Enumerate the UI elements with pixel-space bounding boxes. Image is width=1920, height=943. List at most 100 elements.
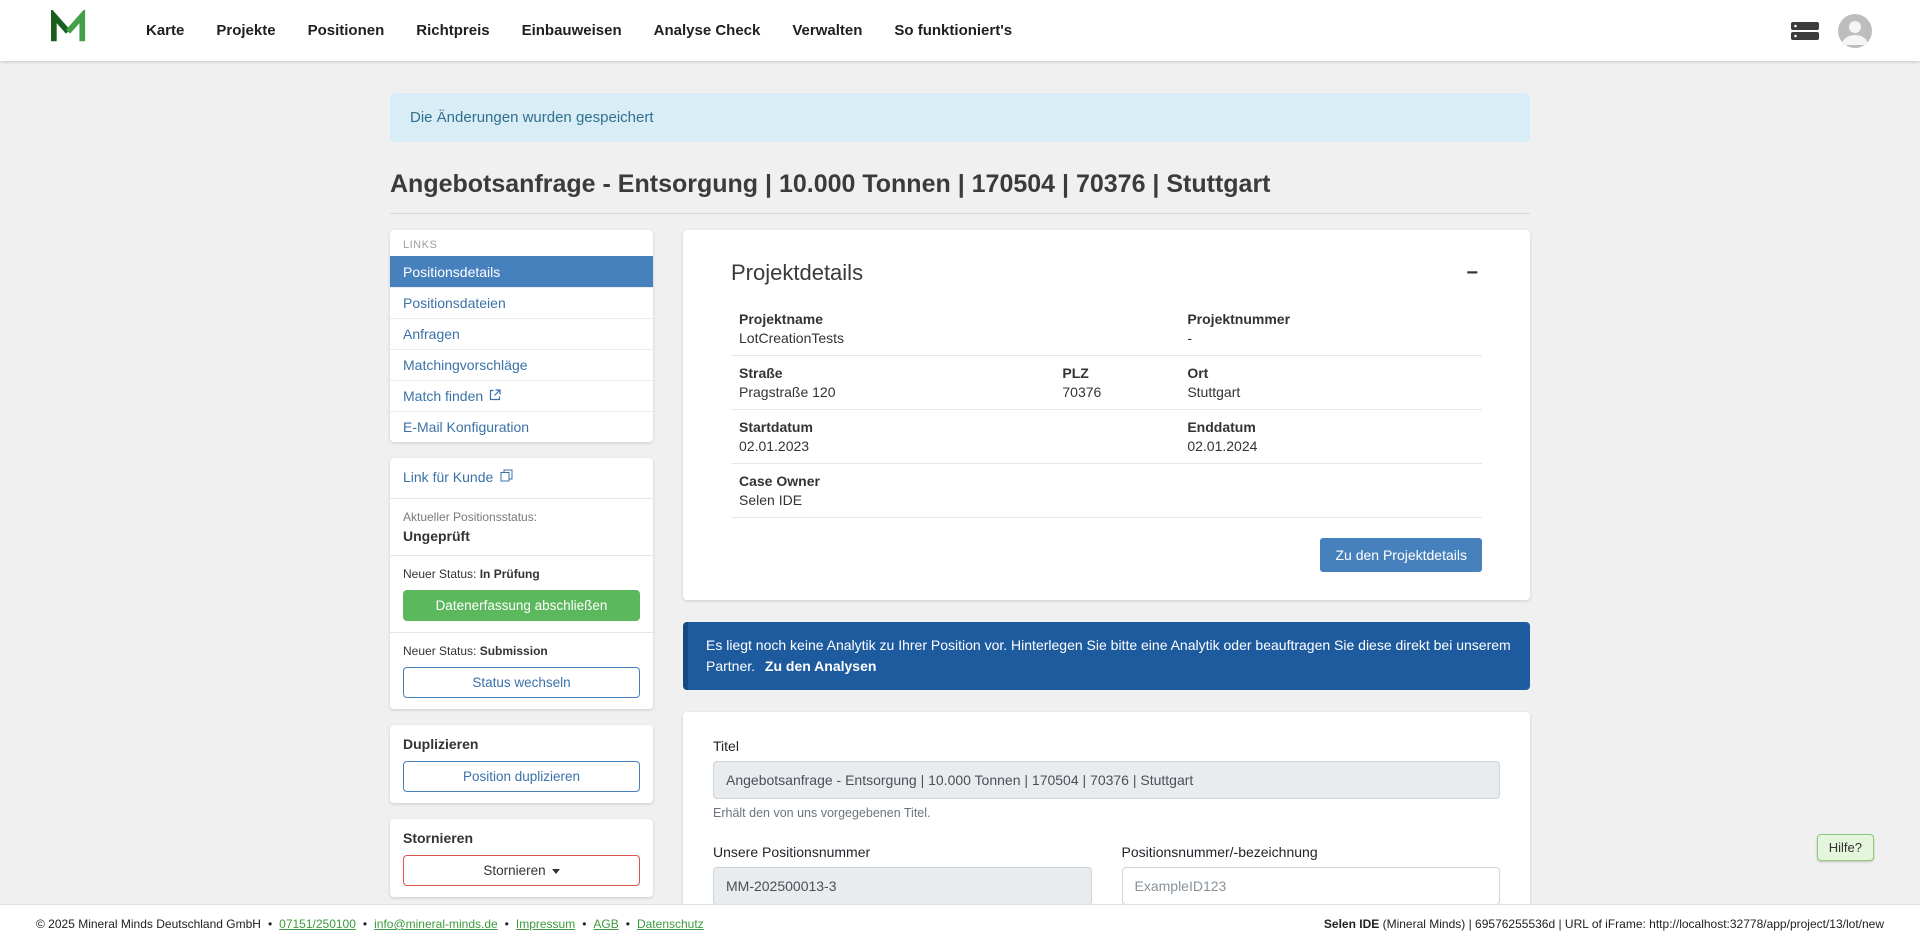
external-link-icon [489,388,501,404]
field-projektnummer: Projektnummer - [1187,311,1474,346]
cancel-title: Stornieren [403,830,640,846]
separator: • [268,917,272,931]
phone-link[interactable]: 07151/250100 [279,917,356,931]
separator: • [363,917,367,931]
nav-item-positionen[interactable]: Positionen [292,14,401,47]
caret-down-icon [552,869,560,874]
status-card: Link für Kunde Aktueller Positionsstatus… [390,458,653,709]
pos-number-input[interactable] [1122,867,1501,905]
nav-item-projekte[interactable]: Projekte [200,14,291,47]
agb-link[interactable]: AGB [593,917,618,931]
sidebar-item-label: Positionsdetails [403,264,500,280]
new-status-1-line: Neuer Status: In Prüfung [403,567,640,581]
field-value: - [1187,330,1474,346]
table-row: Startdatum 02.01.2023 Enddatum 02.01.202… [731,410,1482,464]
analytics-banner: Es liegt noch keine Analytik zu Ihrer Po… [683,622,1530,690]
page-container: Die Änderungen wurden gespeichert Angebo… [390,61,1530,943]
copyright-text: © 2025 Mineral Minds Deutschland GmbH [36,917,261,931]
email-link[interactable]: info@mineral-minds.de [374,917,498,931]
new-status-1-value: In Prüfung [480,567,540,581]
server-icon[interactable] [1790,20,1820,42]
project-details-table: Projektname LotCreationTests Projektnumm… [731,302,1482,518]
nav-item-verwalten[interactable]: Verwalten [776,14,878,47]
field-label: Projektnummer [1187,311,1474,327]
datenschutz-link[interactable]: Datenschutz [637,917,704,931]
duplicate-title: Duplizieren [403,736,640,752]
field-label: Projektname [739,311,1187,327]
go-to-project-details-button[interactable]: Zu den Projektdetails [1320,538,1482,572]
sidebar-item-anfragen[interactable]: Anfragen [390,318,653,349]
current-status-label: Aktueller Positionsstatus: [403,510,640,524]
table-row: Projektname LotCreationTests Projektnumm… [731,302,1482,356]
nav-item-so-funktionierts[interactable]: So funktioniert's [878,14,1028,47]
main-column: Projektdetails − Projektname LotCreation… [683,230,1530,943]
project-actions: Zu den Projektdetails [731,538,1482,572]
cancel-dropdown-button[interactable]: Stornieren [403,855,640,886]
field-startdatum: Startdatum 02.01.2023 [739,419,1187,454]
sidebar-item-positionsdateien[interactable]: Positionsdateien [390,287,653,318]
page-title: Angebotsanfrage - Entsorgung | 10.000 To… [390,170,1530,199]
duplicate-card: Duplizieren Position duplizieren [390,725,653,803]
new-status-label: Neuer Status: [403,644,476,658]
title-input [713,761,1500,799]
links-header: LINKS [390,230,653,256]
user-avatar[interactable] [1838,14,1872,48]
project-details-header: Projektdetails − [731,260,1482,286]
field-case-owner: Case Owner Selen IDE [739,473,1474,508]
field-value: Selen IDE [739,492,1474,508]
field-plz: PLZ 70376 [1062,365,1187,400]
field-label: Enddatum [1187,419,1474,435]
cancel-card: Stornieren Stornieren [390,819,653,897]
customer-link-section: Link für Kunde [390,458,653,498]
sidebar-item-matchingvorschlaege[interactable]: Matchingvorschläge [390,349,653,380]
separator: • [626,917,630,931]
sidebar-item-email-konfiguration[interactable]: E-Mail Konfiguration [390,411,653,442]
duplicate-position-button[interactable]: Position duplizieren [403,761,640,792]
our-number-label: Unsere Positionsnummer [713,844,1092,860]
sidebar-item-match-finden[interactable]: Match finden [390,380,653,411]
footer-left: © 2025 Mineral Minds Deutschland GmbH • … [36,917,704,931]
table-row: Straße Pragstraße 120 PLZ 70376 Ort Stut… [731,356,1482,410]
field-label: Startdatum [739,419,1187,435]
pos-number-label: Positionsnummer/-bezeichnung [1122,844,1501,860]
sidebar-item-label: E-Mail Konfiguration [403,419,529,435]
help-button[interactable]: Hilfe? [1817,834,1874,861]
field-value: 02.01.2024 [1187,438,1474,454]
field-value: 70376 [1062,384,1187,400]
field-value: LotCreationTests [739,330,1187,346]
impressum-link[interactable]: Impressum [516,917,575,931]
saved-alert: Die Änderungen wurden gespeichert [390,93,1530,142]
nav-item-richtpreis[interactable]: Richtpreis [400,14,505,47]
switch-status-button[interactable]: Status wechseln [403,667,640,698]
new-status-label: Neuer Status: [403,567,476,581]
footer-user-name: Selen IDE [1324,917,1379,931]
nav-item-einbauweisen[interactable]: Einbauweisen [506,14,638,47]
go-to-analyses-link[interactable]: Zu den Analysen [765,658,877,674]
nav-item-analyse-check[interactable]: Analyse Check [638,14,777,47]
sidebar-item-label: Matchingvorschläge [403,357,528,373]
navbar-right [1790,14,1872,48]
sidebar-item-positionsdetails[interactable]: Positionsdetails [390,256,653,287]
field-label: Straße [739,365,1062,381]
footer: © 2025 Mineral Minds Deutschland GmbH • … [0,904,1920,943]
footer-session-details: (Mineral Minds) | 69576255536d | URL of … [1383,917,1884,931]
current-status-section: Aktueller Positionsstatus: Ungeprüft [390,498,653,555]
brand-logo[interactable] [48,10,90,51]
customer-link[interactable]: Link für Kunde [403,469,513,485]
collapse-icon[interactable]: − [1462,263,1482,283]
sidebar-item-label: Match finden [403,388,483,404]
field-enddatum: Enddatum 02.01.2024 [1187,419,1474,454]
mineral-minds-logo-icon [48,10,90,51]
table-row: Case Owner Selen IDE [731,464,1482,518]
separator: • [582,917,586,931]
footer-session-info: Selen IDE (Mineral Minds) | 69576255536d… [1324,917,1884,931]
field-ort: Ort Stuttgart [1187,365,1474,400]
field-strasse: Straße Pragstraße 120 [739,365,1062,400]
copy-icon [500,469,513,485]
field-label: Case Owner [739,473,1474,489]
finish-data-entry-button[interactable]: Datenerfassung abschließen [403,590,640,621]
project-details-card: Projektdetails − Projektname LotCreation… [683,230,1530,600]
new-status-1-section: Neuer Status: In Prüfung Datenerfassung … [390,555,653,632]
nav-item-karte[interactable]: Karte [130,14,200,47]
cancel-button-label: Stornieren [483,863,545,878]
